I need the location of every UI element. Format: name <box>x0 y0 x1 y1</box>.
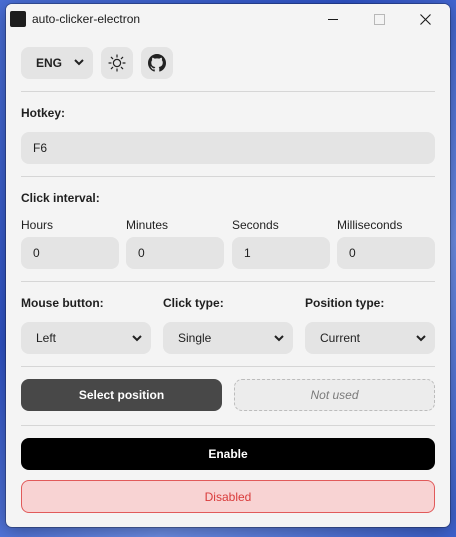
seconds-label: Seconds <box>232 218 279 232</box>
github-link-button[interactable] <box>141 47 173 79</box>
hotkey-input[interactable]: F6 <box>21 132 435 164</box>
mouse-button-select[interactable]: Left <box>21 322 151 354</box>
app-icon <box>10 11 26 27</box>
hotkey-label: Hotkey: <box>21 106 66 120</box>
window-title: auto-clicker-electron <box>32 12 141 26</box>
position-type-value: Current <box>320 331 361 345</box>
theme-toggle-button[interactable] <box>101 47 133 79</box>
enable-button[interactable]: Enable <box>21 438 435 470</box>
status-badge: Disabled <box>21 480 435 513</box>
divider <box>21 366 435 367</box>
chevron-down-icon <box>274 335 284 342</box>
close-button[interactable] <box>402 4 448 34</box>
title-bar[interactable]: auto-clicker-electron <box>6 4 450 34</box>
chevron-down-icon <box>416 335 426 342</box>
click-interval-label: Click interval: <box>21 191 100 205</box>
app-window: auto-clicker-electron ENG Hotkey: F6 Cli… <box>6 4 450 527</box>
github-icon <box>148 54 166 72</box>
select-position-button[interactable]: Select position <box>21 379 222 411</box>
language-value: ENG <box>35 56 62 70</box>
mouse-button-value: Left <box>36 331 57 345</box>
position-type-label: Position type: <box>305 296 385 310</box>
minimize-button[interactable] <box>310 4 356 34</box>
hours-input[interactable]: 0 <box>21 237 119 269</box>
hours-label: Hours <box>21 218 54 232</box>
click-type-select[interactable]: Single <box>163 322 293 354</box>
sun-icon <box>108 54 126 72</box>
milliseconds-input[interactable]: 0 <box>337 237 435 269</box>
seconds-input[interactable]: 1 <box>232 237 330 269</box>
minutes-label: Minutes <box>126 218 169 232</box>
divider <box>21 91 435 92</box>
click-type-value: Single <box>178 331 212 345</box>
divider <box>21 176 435 177</box>
maximize-button[interactable] <box>356 4 402 34</box>
language-select[interactable]: ENG <box>21 47 93 79</box>
chevron-down-icon <box>132 335 142 342</box>
position-display: Not used <box>234 379 435 411</box>
divider <box>21 425 435 426</box>
maximize-icon <box>373 13 385 25</box>
chevron-down-icon <box>74 59 84 66</box>
position-type-select[interactable]: Current <box>305 322 435 354</box>
milliseconds-label: Milliseconds <box>337 218 403 232</box>
close-icon <box>419 13 431 25</box>
click-type-label: Click type: <box>163 296 224 310</box>
minimize-icon <box>328 18 338 20</box>
mouse-button-label: Mouse button: <box>21 296 104 310</box>
divider <box>21 281 435 282</box>
minutes-input[interactable]: 0 <box>126 237 224 269</box>
